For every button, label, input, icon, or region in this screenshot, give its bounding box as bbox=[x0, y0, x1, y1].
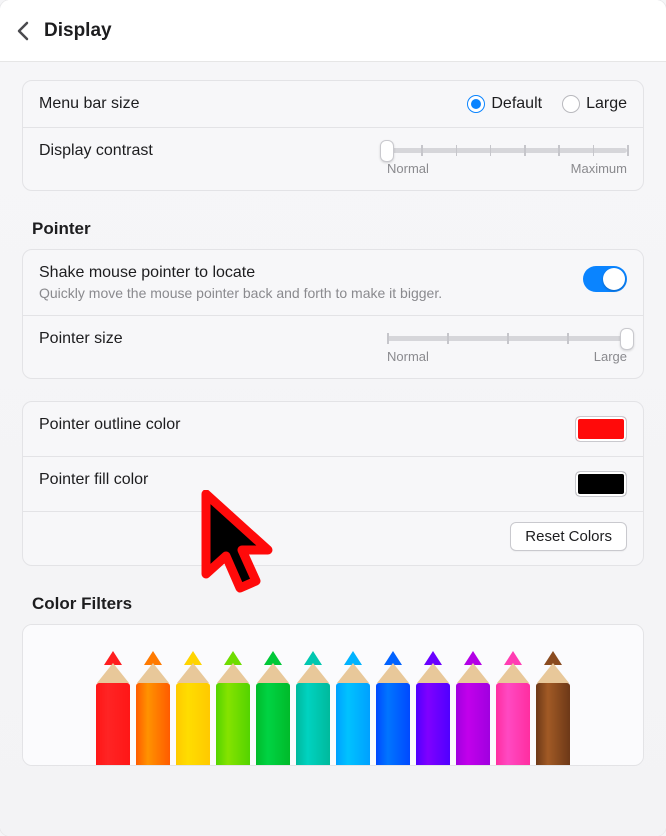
radio-icon bbox=[562, 95, 580, 113]
color-filters-card bbox=[22, 624, 644, 766]
pencil-icon bbox=[413, 651, 453, 765]
pencil-icon bbox=[293, 651, 333, 765]
pencil-icon bbox=[333, 651, 373, 765]
shake-to-locate-sub: Quickly move the mouse pointer back and … bbox=[39, 285, 567, 301]
pencil-icon bbox=[493, 651, 533, 765]
pencil-icon bbox=[373, 651, 413, 765]
pencil-icon bbox=[133, 651, 173, 765]
slider-max-label: Large bbox=[594, 349, 627, 364]
pencil-icon bbox=[453, 651, 493, 765]
pointer-outline-row: Pointer outline color bbox=[23, 402, 643, 456]
pointer-section-title: Pointer bbox=[32, 219, 644, 239]
back-button[interactable] bbox=[16, 21, 30, 41]
shake-to-locate-toggle[interactable] bbox=[583, 266, 627, 292]
reset-colors-button[interactable]: Reset Colors bbox=[510, 522, 627, 551]
content-area: Menu bar size Default Large Display cont… bbox=[0, 62, 666, 836]
menu-bar-size-default-radio[interactable]: Default bbox=[467, 95, 542, 113]
slider-max-label: Maximum bbox=[571, 161, 627, 176]
shake-to-locate-label: Shake mouse pointer to locate bbox=[39, 264, 567, 282]
pointer-card-2: Pointer outline color Pointer fill color… bbox=[22, 401, 644, 566]
pencil-icon bbox=[173, 651, 213, 765]
titlebar: Display bbox=[0, 0, 666, 62]
menu-bar-size-radios: Default Large bbox=[467, 95, 627, 113]
pointer-size-label: Pointer size bbox=[39, 330, 371, 348]
pointer-size-row: Pointer size Normal Large bbox=[23, 315, 643, 378]
pointer-fill-row: Pointer fill color bbox=[23, 456, 643, 511]
pointer-size-slider[interactable]: Normal Large bbox=[387, 330, 627, 364]
slider-min-label: Normal bbox=[387, 349, 429, 364]
display-contrast-row: Display contrast Normal Maximum bbox=[23, 127, 643, 190]
menu-bar-size-label: Menu bar size bbox=[39, 95, 451, 113]
pencil-icon bbox=[93, 651, 133, 765]
pencil-icon bbox=[253, 651, 293, 765]
menu-bar-size-row: Menu bar size Default Large bbox=[23, 81, 643, 127]
radio-label: Large bbox=[586, 95, 627, 113]
shake-to-locate-row: Shake mouse pointer to locate Quickly mo… bbox=[23, 250, 643, 315]
slider-min-label: Normal bbox=[387, 161, 429, 176]
pencil-icon bbox=[213, 651, 253, 765]
pencil-icon bbox=[533, 651, 573, 765]
display-contrast-slider[interactable]: Normal Maximum bbox=[387, 142, 627, 176]
radio-icon bbox=[467, 95, 485, 113]
pointer-card-1: Shake mouse pointer to locate Quickly mo… bbox=[22, 249, 644, 379]
slider-thumb-icon bbox=[380, 140, 394, 162]
display-card: Menu bar size Default Large Display cont… bbox=[22, 80, 644, 191]
pointer-fill-label: Pointer fill color bbox=[39, 471, 559, 489]
color-filters-preview bbox=[23, 625, 643, 765]
page-title: Display bbox=[44, 20, 112, 42]
slider-thumb-icon bbox=[620, 328, 634, 350]
display-settings-window: Display Menu bar size Default Large bbox=[0, 0, 666, 836]
radio-label: Default bbox=[491, 95, 542, 113]
menu-bar-size-large-radio[interactable]: Large bbox=[562, 95, 627, 113]
pointer-fill-color-well[interactable] bbox=[575, 471, 627, 497]
reset-colors-row: Reset Colors bbox=[23, 511, 643, 565]
pointer-outline-label: Pointer outline color bbox=[39, 416, 559, 434]
display-contrast-label: Display contrast bbox=[39, 142, 371, 160]
color-filters-section-title: Color Filters bbox=[32, 594, 644, 614]
pointer-outline-color-well[interactable] bbox=[575, 416, 627, 442]
